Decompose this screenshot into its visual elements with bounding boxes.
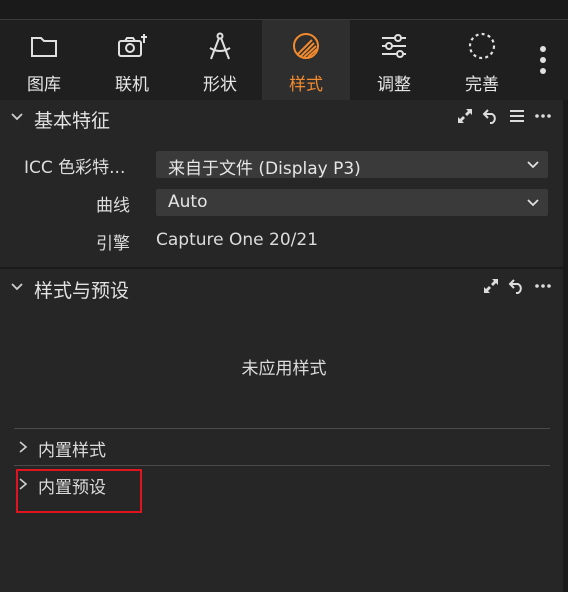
chevron-down-icon — [527, 161, 539, 169]
tab-refine[interactable]: 完善 — [438, 20, 526, 100]
tab-library-label: 图库 — [27, 75, 61, 95]
basic-header-actions — [456, 107, 552, 125]
styles-header-actions — [482, 277, 552, 295]
tab-tethered-label: 联机 — [115, 75, 149, 95]
tab-style-label: 样式 — [289, 75, 323, 95]
icc-profile-dropdown[interactable]: 来自于文件 (Display P3) — [156, 151, 548, 179]
tab-library[interactable]: 图库 — [0, 20, 88, 100]
folder-icon — [31, 37, 57, 57]
tab-adjust[interactable]: 调整 — [350, 20, 438, 100]
engine-label: 引擎 — [96, 234, 130, 254]
tab-style[interactable]: 样式 — [262, 20, 350, 100]
window-top-strip — [0, 0, 568, 20]
chevron-right-icon — [19, 441, 28, 453]
compass-icon — [209, 32, 231, 60]
sliders-icon — [382, 34, 406, 58]
vertical-ellipsis-icon — [540, 46, 546, 52]
builtin-styles-row[interactable]: 内置样式 — [14, 432, 550, 462]
styles-presets-header[interactable]: 样式与预设 — [0, 271, 568, 305]
subsection-divider — [14, 465, 550, 466]
curve-label: 曲线 — [96, 196, 130, 216]
more-tools-button[interactable] — [530, 20, 556, 100]
expand-icon[interactable] — [482, 277, 500, 295]
camera-icon — [118, 34, 147, 57]
tab-refine-label: 完善 — [465, 75, 499, 95]
more-horizontal-icon[interactable] — [534, 277, 552, 295]
tool-tab-bar: 图库 联机 形状 样式 调整 完善 — [0, 20, 568, 100]
refine-icon — [468, 32, 496, 60]
expand-icon[interactable] — [456, 107, 474, 125]
section-divider — [0, 267, 568, 269]
basic-characteristics-header[interactable]: 基本特征 — [0, 101, 568, 135]
reset-icon[interactable] — [482, 107, 500, 125]
style-icon — [293, 33, 319, 59]
more-horizontal-icon[interactable] — [534, 107, 552, 125]
icc-profile-value: 来自于文件 (Display P3) — [168, 159, 361, 179]
styles-presets-title: 样式与预设 — [34, 280, 130, 302]
tab-tethered[interactable]: 联机 — [88, 20, 176, 100]
menu-lines-icon[interactable] — [508, 107, 526, 125]
no-style-applied-text: 未应用样式 — [241, 359, 327, 379]
chevron-down-icon — [11, 283, 23, 291]
reset-icon[interactable] — [508, 277, 526, 295]
chevron-down-icon — [11, 113, 23, 121]
basic-characteristics-title: 基本特征 — [34, 110, 111, 132]
highlight-box — [16, 469, 142, 513]
chevron-down-icon — [527, 199, 539, 207]
engine-value: Capture One 20/21 — [156, 230, 319, 250]
tab-shape-label: 形状 — [203, 75, 237, 95]
subsection-divider — [14, 428, 550, 429]
panel-right-edge — [563, 100, 568, 592]
tab-shape[interactable]: 形状 — [176, 20, 264, 100]
builtin-styles-label: 内置样式 — [38, 441, 106, 461]
curve-value: Auto — [168, 192, 208, 212]
tab-adjust-label: 调整 — [377, 75, 411, 95]
curve-dropdown[interactable]: Auto — [156, 189, 548, 216]
icc-profile-label: ICC 色彩特... — [24, 158, 126, 178]
